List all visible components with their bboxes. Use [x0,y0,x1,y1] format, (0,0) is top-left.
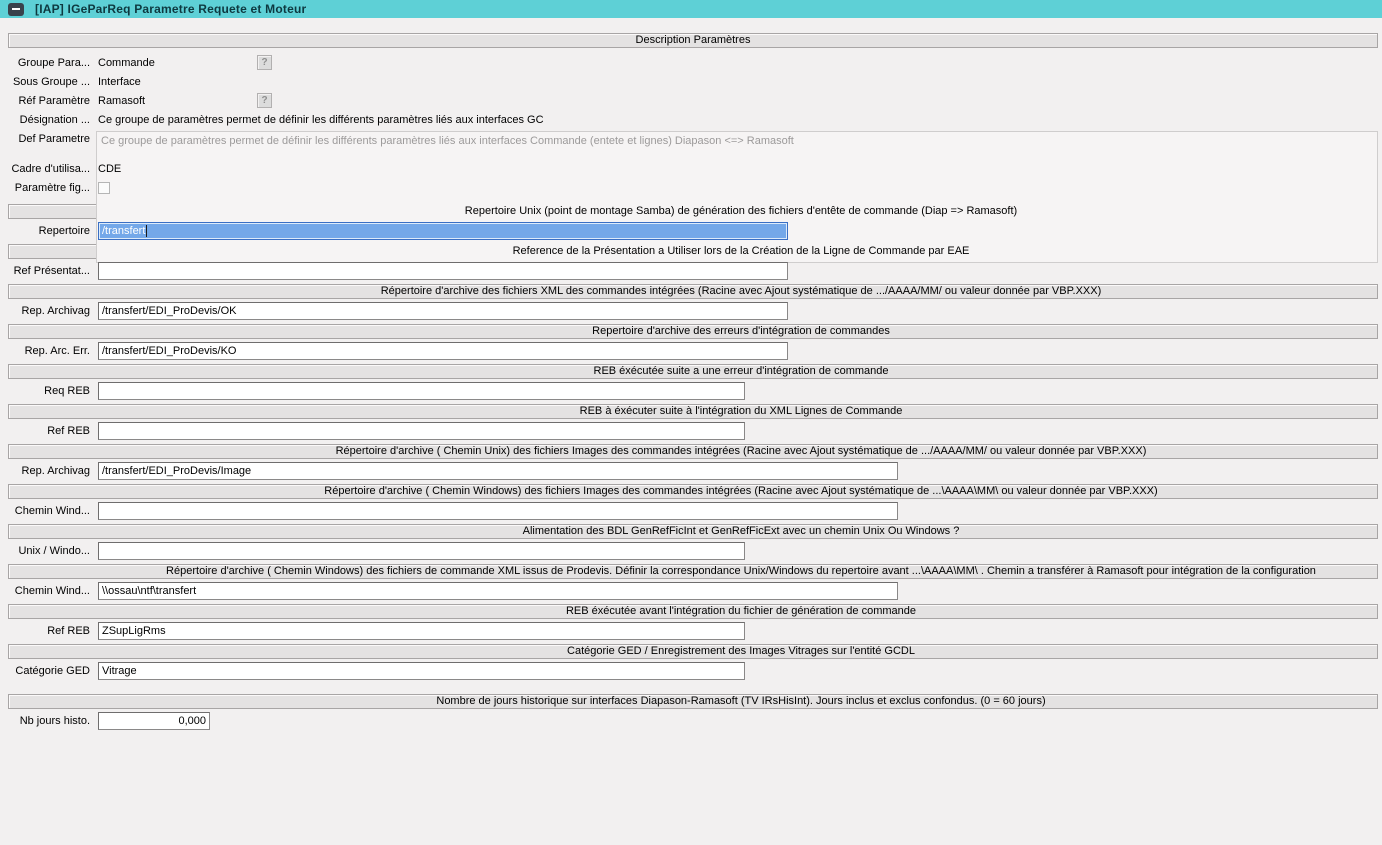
groupe-value: Commande [98,57,155,69]
param-section-chemin-windows-images: Répertoire d'archive ( Chemin Windows) d… [8,484,1378,520]
repertoire-input[interactable]: /transfert [98,222,788,240]
param-section-categorie-ged: Catégorie GED / Enregistrement des Image… [8,644,1378,680]
sous-groupe-value: Interface [98,76,141,88]
req-reb-input[interactable] [98,382,745,400]
ref-reb-avant-input[interactable] [98,622,745,640]
field-row: Chemin Wind... [8,582,1378,600]
field-label: Paramètre fig... [8,182,90,194]
field-label: Rep. Archivag [8,305,90,317]
window-menu-icon[interactable] [8,3,24,16]
field-row: Rep. Archivag [8,462,1378,480]
field-row: Ref REB [8,622,1378,640]
rep-archivage-input[interactable] [98,302,788,320]
def-parametre-textarea[interactable]: Ce groupe de paramètres permet de défini… [96,131,1378,263]
field-row: Req REB [8,382,1378,400]
field-row: Nb jours histo. [8,712,1378,730]
help-button[interactable]: ? [257,93,272,108]
ref-reb-input[interactable] [98,422,745,440]
field-row: Repertoire /transfert [8,222,1378,240]
field-label: Nb jours histo. [8,715,90,727]
field-row-groupe: Groupe Para... Commande ? [8,53,1378,72]
param-section-req-reb-erreur: REB éxécutée suite a une erreur d'intégr… [8,364,1378,400]
section-header: REB éxécutée suite a une erreur d'intégr… [8,364,1378,379]
chemin-windows-images-input[interactable] [98,502,898,520]
cadre-value: CDE [98,163,121,175]
field-row-ref-parametre: Réf Paramètre Ramasoft ? [8,91,1378,110]
field-label: Repertoire [8,225,90,237]
field-label: Chemin Wind... [8,585,90,597]
field-label: Rep. Arc. Err. [8,345,90,357]
section-header: Répertoire d'archive ( Chemin Windows) d… [8,484,1378,499]
selected-text: /transfert [102,225,145,237]
window-titlebar: [IAP] IGeParReq Parametre Requete et Mot… [0,0,1382,18]
field-row-sous-groupe: Sous Groupe ... Interface [8,72,1378,91]
chemin-windows-prodevis-input[interactable] [98,582,898,600]
field-row-cadre: Cadre d'utilisa... CDE [8,159,1378,178]
field-row: Ref Présentat... [8,262,1378,280]
rep-archivage-image-input[interactable] [98,462,898,480]
param-section-ref-reb-integration: REB à éxécuter suite à l'intégration du … [8,404,1378,440]
section-header: Répertoire d'archive ( Chemin Unix) des … [8,444,1378,459]
param-section-chemin-windows-prodevis: Répertoire d'archive ( Chemin Windows) d… [8,564,1378,600]
app-window: [IAP] IGeParReq Parametre Requete et Mot… [0,0,1382,845]
field-label: Unix / Windo... [8,545,90,557]
text-caret [146,225,147,237]
field-label: Désignation ... [8,114,90,126]
field-label: Req REB [8,385,90,397]
param-section-reb-avant-integration: REB éxécutée avant l'intégration du fich… [8,604,1378,640]
section-header: REB éxécutée avant l'intégration du fich… [8,604,1378,619]
field-row: Catégorie GED [8,662,1378,680]
field-row: Unix / Windo... [8,542,1378,560]
field-row: Chemin Wind... [8,502,1378,520]
description-fields: Groupe Para... Commande ? Sous Groupe ..… [8,53,1378,197]
designation-value: Ce groupe de paramètres permet de défini… [98,114,544,126]
field-row-def-parametre: Def Parametre Ce groupe de paramètres pe… [8,131,1378,150]
ref-presentation-input[interactable] [98,262,788,280]
categorie-ged-input[interactable] [98,662,745,680]
param-section-rep-archivage-images-unix: Répertoire d'archive ( Chemin Unix) des … [8,444,1378,480]
section-header: REB à éxécuter suite à l'intégration du … [8,404,1378,419]
field-row: Ref REB [8,422,1378,440]
rep-arc-err-input[interactable] [98,342,788,360]
param-section-rep-archivage-xml: Répertoire d'archive des fichiers XML de… [8,284,1378,320]
form-area: Description Paramètres Groupe Para... Co… [0,18,1382,730]
ref-parametre-value: Ramasoft [98,95,145,107]
parametre-fige-checkbox[interactable] [98,182,110,194]
field-label: Ref REB [8,425,90,437]
param-section-rep-arc-erreurs: Repertoire d'archive des erreurs d'intég… [8,324,1378,360]
nb-jours-histo-input[interactable] [98,712,210,730]
field-label: Réf Paramètre [8,95,90,107]
section-header: Répertoire d'archive ( Chemin Windows) d… [8,564,1378,579]
field-label: Catégorie GED [8,665,90,677]
field-label: Ref Présentat... [8,265,90,277]
unix-windows-input[interactable] [98,542,745,560]
parameter-sections: Repertoire Unix (point de montage Samba)… [8,204,1378,730]
section-header-description: Description Paramètres [8,33,1378,48]
field-label: Cadre d'utilisa... [8,163,90,175]
field-row-parametre-fige: Paramètre fig... [8,178,1378,197]
param-section-unix-windows: Alimentation des BDL GenRefFicInt et Gen… [8,524,1378,560]
field-row-designation: Désignation ... Ce groupe de paramètres … [8,110,1378,129]
field-label: Sous Groupe ... [8,76,90,88]
field-label: Rep. Archivag [8,465,90,477]
section-header: Répertoire d'archive des fichiers XML de… [8,284,1378,299]
field-row: Rep. Arc. Err. [8,342,1378,360]
section-header: Catégorie GED / Enregistrement des Image… [8,644,1378,659]
field-label: Def Parametre [8,131,90,145]
field-row: Rep. Archivag [8,302,1378,320]
section-header: Alimentation des BDL GenRefFicInt et Gen… [8,524,1378,539]
field-label: Groupe Para... [8,57,90,69]
param-section-nb-jours-histo: Nombre de jours historique sur interface… [8,694,1378,730]
section-header: Repertoire d'archive des erreurs d'intég… [8,324,1378,339]
window-title: [IAP] IGeParReq Parametre Requete et Mot… [35,2,306,16]
section-header: Nombre de jours historique sur interface… [8,694,1378,709]
field-label: Chemin Wind... [8,505,90,517]
help-button[interactable]: ? [257,55,272,70]
field-label: Ref REB [8,625,90,637]
